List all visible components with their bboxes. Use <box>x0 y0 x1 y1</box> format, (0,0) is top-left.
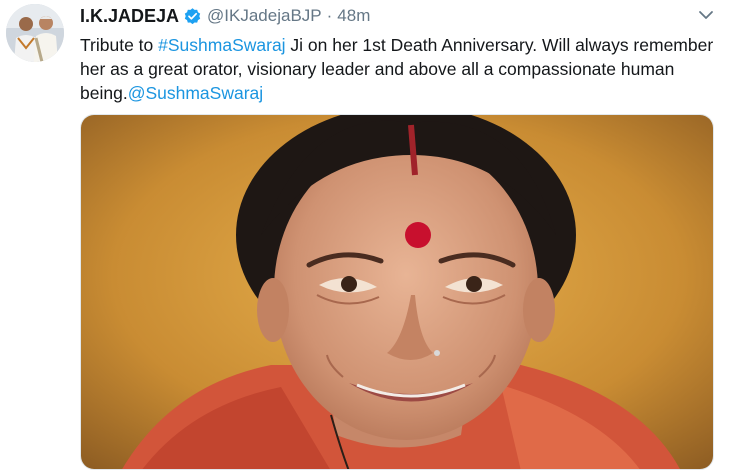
separator-dot: · <box>326 6 333 25</box>
hashtag-link[interactable]: #SushmaSwaraj <box>158 35 285 55</box>
tweet-photo[interactable] <box>80 114 714 470</box>
author-handle[interactable]: @IKJadejaBJP <box>207 6 322 26</box>
author-name[interactable]: I.K.JADEJA <box>80 6 179 27</box>
tweet-timestamp[interactable]: 48m <box>337 6 370 26</box>
avatar[interactable] <box>6 4 64 62</box>
tweet-text: Tribute to #SushmaSwaraj Ji on her 1st D… <box>80 33 720 105</box>
tweet-header: I.K.JADEJA @IKJadejaBJP · 48m <box>80 5 370 27</box>
mention-link[interactable]: @SushmaSwaraj <box>128 83 263 103</box>
tweet-text-prefix: Tribute to <box>80 35 159 55</box>
chevron-down-icon <box>698 7 714 25</box>
verified-badge-icon <box>183 7 202 26</box>
tweet-card[interactable]: I.K.JADEJA @IKJadejaBJP · 48m Tribute to… <box>0 0 739 476</box>
tweet-menu-button[interactable] <box>694 6 718 26</box>
